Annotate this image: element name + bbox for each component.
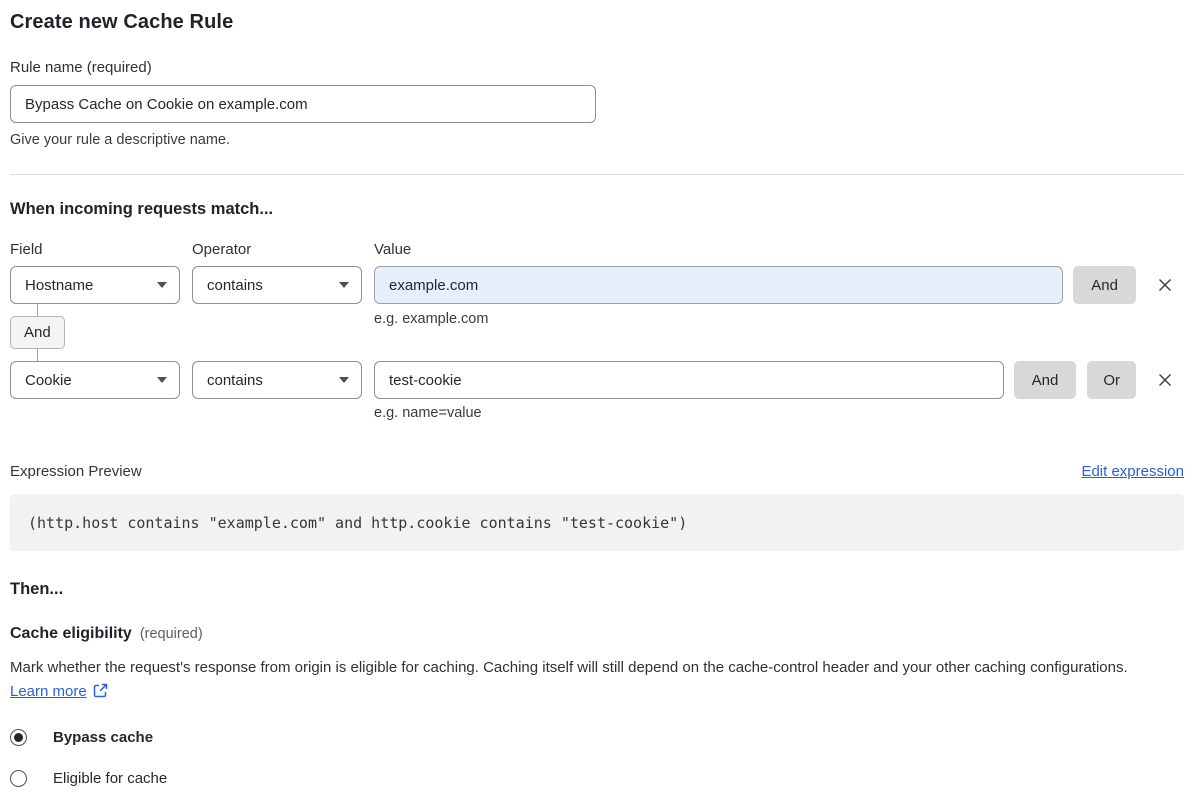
page-title: Create new Cache Rule [10,11,234,33]
condition-connector-area: And e.g. example.com [10,304,1184,361]
expression-preview-header: Expression Preview Edit expression [10,463,1184,480]
add-and-condition-button[interactable]: And [1013,361,1077,399]
field-select[interactable]: Hostname [10,266,180,304]
cache-eligibility-heading: Cache eligibility [10,625,132,642]
rule-name-label: Rule name (required) [10,59,152,76]
section-divider [10,174,1184,175]
chevron-down-icon [339,377,349,383]
operator-select[interactable]: contains [192,266,362,304]
chevron-down-icon [157,377,167,383]
connector-line [37,349,38,361]
then-section-heading: Then... [10,580,64,598]
edit-expression-link[interactable]: Edit expression [1081,463,1184,480]
close-icon [1159,374,1171,386]
add-or-condition-button[interactable]: Or [1087,361,1136,399]
cache-eligibility-heading-row: Cache eligibility (required) [10,625,1184,643]
value-input[interactable] [374,266,1064,304]
field-select-value: Hostname [25,276,94,294]
rule-name-help: Give your rule a descriptive name. [10,132,231,148]
remove-condition-button[interactable] [1146,266,1184,304]
field-select[interactable]: Cookie [10,361,180,399]
radio-selected-icon[interactable] [10,729,27,746]
radio-option-bypass-cache[interactable]: Bypass cache [10,729,1184,746]
radio-unselected-icon[interactable] [10,770,27,787]
condition-column-headers: Field Operator Value [10,241,1184,258]
description-text: Mark whether the request's response from… [10,659,1128,676]
chevron-down-icon [339,282,349,288]
field-select-value: Cookie [25,371,72,389]
cache-eligibility-description: Mark whether the request's response from… [10,656,1170,704]
radio-label: Eligible for cache [53,770,168,787]
operator-select-value: contains [207,371,263,389]
expression-text: (http.host contains "example.com" and ht… [28,513,688,532]
remove-condition-button[interactable] [1146,361,1184,399]
required-note: (required) [139,626,203,642]
value-hint: e.g. name=value [374,405,482,421]
operator-column-label: Operator [192,241,252,258]
chevron-down-icon [157,282,167,288]
operator-select[interactable]: contains [192,361,362,399]
condition-row: Hostname contains And [10,266,1184,304]
field-column-label: Field [10,241,43,258]
condition-row: Cookie contains And Or [10,361,1184,399]
operator-select-value: contains [207,276,263,294]
and-connector-button[interactable]: And [10,316,65,349]
radio-option-eligible-for-cache[interactable]: Eligible for cache [10,770,1184,787]
value-input[interactable] [374,361,1004,399]
expression-preview-code: (http.host contains "example.com" and ht… [10,494,1184,551]
value-hint: e.g. example.com [374,311,489,327]
create-cache-rule-form: Create new Cache Rule Rule name (require… [0,0,1200,787]
learn-more-link[interactable]: Learn more [10,683,87,700]
add-and-condition-button[interactable]: And [1073,266,1136,304]
match-section-heading: When incoming requests match... [10,200,274,218]
external-link-icon [93,683,108,698]
rule-name-input[interactable] [10,85,596,123]
close-icon [1159,279,1171,291]
radio-label: Bypass cache [53,729,154,746]
radio-dot [14,733,23,742]
expression-preview-label: Expression Preview [10,463,142,480]
value-column-label: Value [374,241,412,258]
connector-line [37,304,38,316]
